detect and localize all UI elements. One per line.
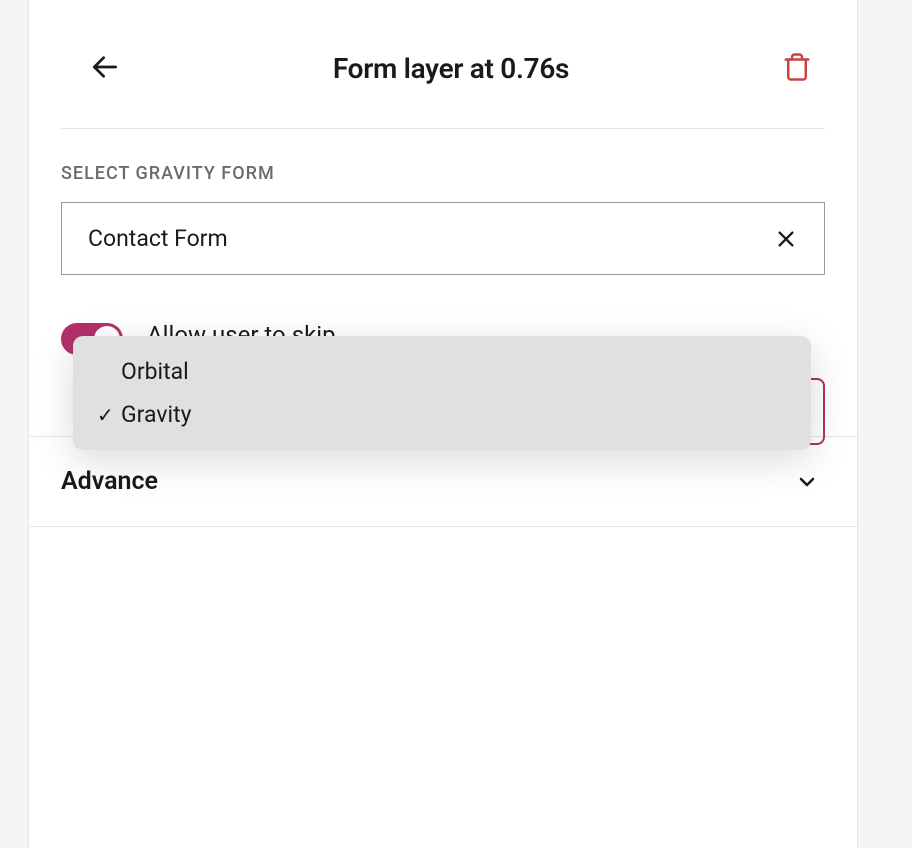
check-icon: ✓ xyxy=(97,403,121,427)
form-select-label: SELECT GRAVITY FORM xyxy=(61,163,825,184)
form-select-section: SELECT GRAVITY FORM Contact Form xyxy=(29,129,857,275)
form-layer-panel: Form layer at 0.76s SELECT GRAVITY FORM … xyxy=(28,0,858,848)
close-icon[interactable] xyxy=(774,227,798,251)
trash-icon xyxy=(782,52,812,85)
advance-label: Advance xyxy=(61,467,158,496)
dropdown-option-orbital[interactable]: Orbital xyxy=(73,350,811,393)
form-select-value: Contact Form xyxy=(88,225,228,252)
chevron-down-icon xyxy=(795,470,819,494)
delete-button[interactable] xyxy=(777,48,817,88)
dropdown-option-label: Gravity xyxy=(121,401,192,428)
dropdown-option-gravity[interactable]: ✓ Gravity xyxy=(73,393,811,436)
dropdown-option-label: Orbital xyxy=(121,358,189,385)
form-select[interactable]: Contact Form xyxy=(61,202,825,275)
form-type-dropdown: Orbital ✓ Gravity xyxy=(73,336,811,450)
page-title: Form layer at 0.76s xyxy=(333,52,569,85)
panel-header: Form layer at 0.76s xyxy=(29,0,857,128)
arrow-left-icon xyxy=(89,51,121,86)
back-button[interactable] xyxy=(85,48,125,88)
